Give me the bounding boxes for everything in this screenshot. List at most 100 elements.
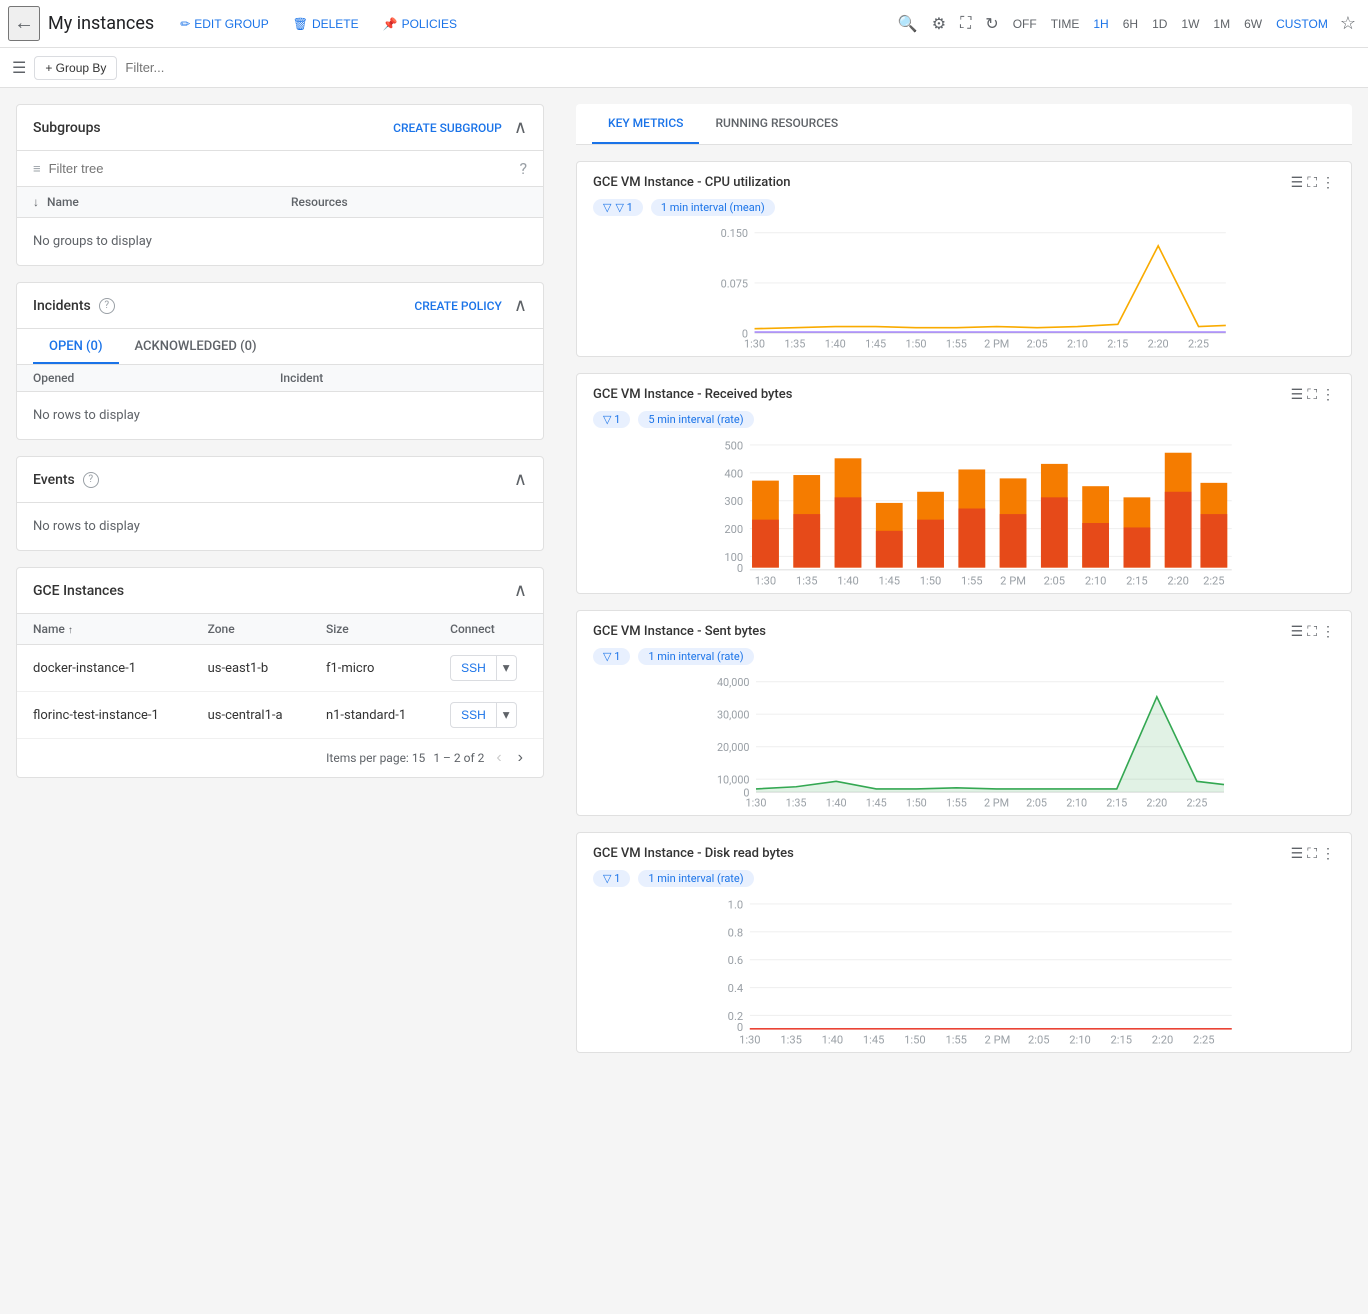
incidents-tabs: OPEN (0) ACKNOWLEDGED (0) [17, 329, 543, 365]
policies-button[interactable]: 📌 POLICIES [373, 13, 467, 35]
settings-button[interactable]: ⚙ [926, 10, 952, 38]
sent-interval-chip: 1 min interval (rate) [638, 648, 753, 665]
received-bytes-chart-area: 500 400 300 200 100 0 [577, 436, 1351, 593]
1d-button[interactable]: 1D [1146, 13, 1173, 35]
svg-text:1:55: 1:55 [946, 337, 967, 350]
instance-zone: us-central1-a [192, 692, 310, 739]
svg-text:1:55: 1:55 [945, 1033, 966, 1046]
connect-header: Connect [434, 614, 543, 645]
recv-expand-icon[interactable]: ⛶ [1307, 386, 1317, 403]
off-button[interactable]: OFF [1007, 13, 1043, 35]
cpu-list-icon[interactable]: ☰ [1291, 174, 1304, 191]
instance-size: n1-standard-1 [310, 692, 434, 739]
ssh-dropdown-button[interactable]: ▾ [497, 655, 517, 681]
events-collapse-button[interactable]: ∧ [514, 469, 527, 490]
filter-tree-input[interactable] [49, 161, 512, 176]
time-controls: 🔍 ⚙ ⛶ ↻ OFF TIME 1H 6H 1D 1W 1M 6W CUSTO… [892, 9, 1360, 38]
sent-more-icon[interactable]: ⋮ [1321, 623, 1335, 640]
received-bytes-title: GCE VM Instance - Received bytes [593, 387, 792, 402]
disk-list-icon[interactable]: ☰ [1291, 845, 1304, 862]
ssh-button[interactable]: SSH [450, 655, 497, 681]
gce-instances-card: GCE Instances ∧ Name ↑ Zone Size Connect… [16, 567, 544, 778]
disk-more-icon[interactable]: ⋮ [1321, 845, 1335, 862]
events-title: Events [33, 472, 75, 488]
page-title: My instances [48, 13, 154, 34]
svg-text:2:20: 2:20 [1146, 796, 1167, 809]
6h-button[interactable]: 6H [1117, 13, 1144, 35]
cpu-more-icon[interactable]: ⋮ [1321, 174, 1335, 191]
svg-text:1:45: 1:45 [863, 1033, 884, 1046]
svg-text:1:40: 1:40 [837, 574, 858, 587]
svg-text:1:35: 1:35 [796, 574, 817, 587]
gce-instances-table: Name ↑ Zone Size Connect docker-instance… [17, 614, 543, 739]
filter-input[interactable] [125, 60, 301, 75]
edit-group-button[interactable]: ✏ EDIT GROUP [170, 13, 279, 35]
key-metrics-tab[interactable]: KEY METRICS [592, 104, 699, 144]
cpu-expand-icon[interactable]: ⛶ [1307, 174, 1317, 191]
svg-text:1:50: 1:50 [904, 1033, 925, 1046]
star-button[interactable]: ☆ [1336, 9, 1360, 38]
create-subgroup-link[interactable]: CREATE SUBGROUP [393, 121, 502, 135]
sent-list-icon[interactable]: ☰ [1291, 623, 1304, 640]
svg-text:0.8: 0.8 [728, 926, 743, 939]
1w-button[interactable]: 1W [1175, 13, 1205, 35]
svg-text:2:25: 2:25 [1193, 1033, 1214, 1046]
incidents-collapse-button[interactable]: ∧ [514, 295, 527, 316]
1h-button[interactable]: 1H [1087, 13, 1114, 35]
time-button[interactable]: TIME [1045, 13, 1086, 35]
ssh-button[interactable]: SSH [450, 702, 497, 728]
svg-text:2:05: 2:05 [1026, 796, 1047, 809]
svg-text:1:35: 1:35 [780, 1033, 801, 1046]
sent-filter-chip: ▽ 1 [593, 648, 630, 665]
delete-button[interactable]: 🗑 DELETE [283, 13, 369, 35]
sent-bytes-title: GCE VM Instance - Sent bytes [593, 624, 766, 639]
svg-text:2:05: 2:05 [1028, 1033, 1049, 1046]
subgroups-collapse-button[interactable]: ∧ [514, 117, 527, 138]
svg-text:2:15: 2:15 [1111, 1033, 1132, 1046]
svg-text:1:30: 1:30 [746, 796, 767, 809]
policies-icon: 📌 [383, 17, 398, 31]
subgroups-header: Subgroups CREATE SUBGROUP ∧ [17, 105, 543, 151]
acknowledged-incidents-tab[interactable]: ACKNOWLEDGED (0) [119, 329, 273, 364]
cpu-chart-area: 0.150 0.075 0 1:30 1:35 1:40 1:45 [577, 224, 1351, 356]
disk-read-chart-card: GCE VM Instance - Disk read bytes ☰ ⛶ ⋮ … [576, 832, 1352, 1053]
sent-expand-icon[interactable]: ⛶ [1307, 623, 1317, 640]
svg-text:1:40: 1:40 [825, 337, 846, 350]
incidents-title: Incidents [33, 298, 91, 314]
running-resources-tab[interactable]: RUNNING RESOURCES [699, 104, 854, 144]
cpu-chart-title: GCE VM Instance - CPU utilization [593, 175, 791, 190]
1m-button[interactable]: 1M [1207, 13, 1236, 35]
cpu-chart-svg: 0.150 0.075 0 1:30 1:35 1:40 1:45 [593, 224, 1335, 344]
svg-text:1:30: 1:30 [739, 1033, 760, 1046]
disk-filter-chip: ▽ 1 [593, 870, 630, 887]
gce-instances-collapse-button[interactable]: ∧ [514, 580, 527, 601]
prev-page-button[interactable]: ‹ [492, 747, 505, 769]
refresh-button[interactable]: ↻ [979, 10, 1004, 38]
fullscreen-button[interactable]: ⛶ [954, 11, 977, 37]
disk-read-chart-area: 1.0 0.8 0.6 0.4 0.2 0 1:30 [577, 895, 1351, 1052]
svg-text:2 PM: 2 PM [984, 796, 1009, 809]
svg-text:1:30: 1:30 [755, 574, 776, 587]
sort-icon: ↓ [33, 195, 39, 209]
left-panel: Subgroups CREATE SUBGROUP ∧ ≡ ? ↓ Name R… [0, 88, 560, 1314]
svg-text:2:20: 2:20 [1167, 574, 1188, 587]
pagination-row: Items per page: 15 1 – 2 of 2 ‹ › [17, 739, 543, 777]
disk-expand-icon[interactable]: ⛶ [1307, 845, 1317, 862]
back-button[interactable]: ← [8, 6, 40, 41]
recv-list-icon[interactable]: ☰ [1291, 386, 1304, 403]
custom-button[interactable]: CUSTOM [1270, 13, 1334, 35]
name-header: Name ↑ [17, 614, 192, 645]
search-button[interactable]: 🔍 [892, 10, 924, 38]
svg-text:1:45: 1:45 [865, 337, 886, 350]
no-events-text: No rows to display [33, 519, 140, 534]
top-nav: ← My instances ✏ EDIT GROUP 🗑 DELETE 📌 P… [0, 0, 1368, 48]
next-page-button[interactable]: › [514, 747, 527, 769]
instance-name: docker-instance-1 [17, 645, 192, 692]
open-incidents-tab[interactable]: OPEN (0) [33, 329, 119, 364]
ssh-dropdown-button[interactable]: ▾ [497, 702, 517, 728]
create-policy-link[interactable]: CREATE POLICY [414, 299, 501, 313]
svg-text:2:15: 2:15 [1106, 796, 1127, 809]
6w-button[interactable]: 6W [1238, 13, 1268, 35]
group-by-button[interactable]: + Group By [34, 56, 117, 80]
recv-more-icon[interactable]: ⋮ [1321, 386, 1335, 403]
